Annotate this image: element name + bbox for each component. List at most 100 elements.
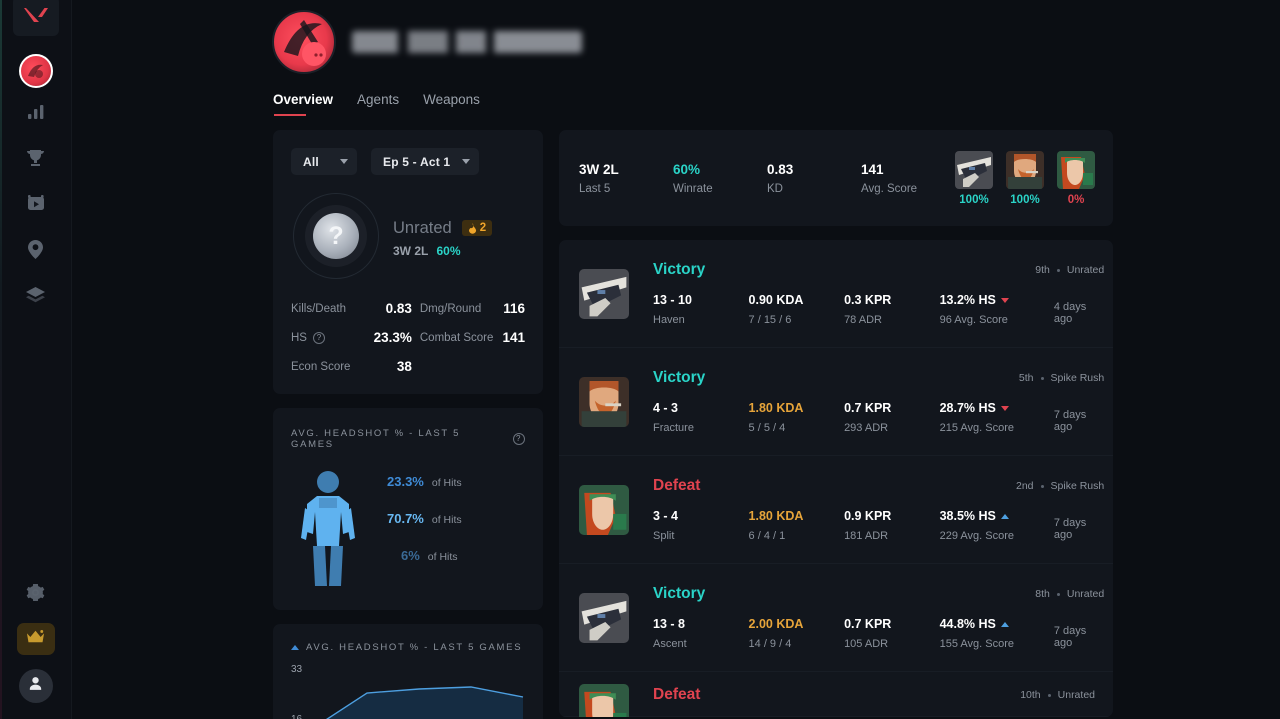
headshot-head-label: of Hits [431, 477, 462, 489]
rank-winrate: 60% [436, 243, 461, 258]
agent-cypher[interactable]: 100% [955, 150, 993, 206]
match-kpr: 0.9 KPR [844, 509, 892, 523]
match-meta: 2nd Spike Rush [1016, 480, 1104, 492]
filter-bar: All Ep 5 - Act 1 [273, 130, 543, 175]
agent-brimstone[interactable]: 100% [1006, 150, 1044, 206]
match-avg-score: 215 Avg. Score [939, 422, 1014, 434]
tab-weapons[interactable]: Weapons [423, 92, 480, 116]
summary-value-avg-score: 141 [861, 161, 884, 177]
match-map: Haven [653, 314, 685, 326]
match-hs-cell: 44.8% HS 155 Avg. Score [940, 617, 1054, 650]
match-score-cell: 13 - 8 Ascent [653, 617, 749, 650]
profile-header [72, 0, 1280, 74]
match-kda-detail: 14 / 9 / 4 [748, 638, 792, 650]
skye-portrait-icon [1057, 150, 1095, 189]
match-adr: 293 ADR [844, 422, 889, 434]
match-kda: 2.00 KDA [748, 617, 804, 631]
valorant-logo-icon[interactable] [12, 0, 59, 36]
left-column: All Ep 5 - Act 1 ? Unrated 2 3W 2L 60% K… [273, 130, 543, 719]
headshot-legs-label: of Hits [427, 551, 458, 563]
chevron-down-icon [462, 159, 471, 164]
triangle-up-icon [1000, 621, 1009, 627]
rank-text: Unrated 2 3W 2L 60% [393, 215, 493, 258]
sidebar-item-account[interactable] [18, 669, 53, 703]
match-score: 13 - 10 [653, 293, 692, 307]
match-body: Victory 9th Unrated 13 - 10 Haven 0.90 K… [653, 261, 1104, 326]
headshot-head-pct: 23.3% [387, 474, 424, 489]
sidebar-item-collection[interactable] [16, 278, 56, 318]
match-placement: 9th [1035, 264, 1050, 276]
chart-ytick-1: 16 [291, 714, 302, 719]
sidebar-item-leaderboard[interactable] [16, 140, 56, 180]
sidebar-item-maps[interactable] [16, 232, 56, 272]
layers-icon [26, 287, 45, 309]
match-placement: 10th [1020, 689, 1041, 701]
separator-dot-icon [1040, 376, 1044, 380]
stat-value-kd: 0.83 [385, 301, 412, 316]
headshot-body-pct: 70.7% [387, 511, 424, 526]
streak-value: 2 [479, 222, 487, 234]
match-stats: 3 - 4 Split 1.80 KDA 6 / 4 / 1 0.9 KPR 1… [653, 509, 1104, 542]
table-row[interactable]: Victory 8th Unrated 13 - 8 Ascent 2.00 K… [559, 564, 1113, 672]
rank-title-row: Unrated 2 [393, 219, 493, 238]
mode-filter-dropdown[interactable]: All [291, 148, 357, 175]
chart-line-series [325, 686, 524, 719]
match-hs: 44.8% HS [939, 617, 996, 631]
match-hs-cell: 13.2% HS 96 Avg. Score [940, 293, 1054, 326]
separator-dot-icon [1056, 268, 1060, 272]
stat-value-econ-score: 38 [396, 359, 412, 374]
headshot-distribution-card: AVG. HEADSHOT % - LAST 5 GAMES ? 23.3% o… [273, 408, 543, 610]
skye-portrait-icon [579, 484, 629, 535]
agent-skye[interactable]: 0% [1057, 150, 1095, 206]
summary-value-kd: 0.83 [767, 161, 794, 177]
table-row[interactable]: Victory 9th Unrated 13 - 10 Haven 0.90 K… [559, 240, 1113, 348]
match-top-row: Defeat 10th Unrated [653, 686, 1095, 704]
tab-agents[interactable]: Agents [357, 92, 399, 116]
match-avg-score: 229 Avg. Score [939, 530, 1014, 542]
question-circle-icon[interactable]: ? [312, 331, 325, 344]
separator-dot-icon [1040, 484, 1044, 488]
player-avatar-icon[interactable] [272, 10, 336, 74]
headshot-card-title-row: AVG. HEADSHOT % - LAST 5 GAMES ? [291, 428, 525, 450]
match-body: Defeat 10th Unrated [653, 686, 1095, 704]
match-kpr: 0.7 KPR [844, 617, 892, 631]
triangle-down-icon [1000, 297, 1009, 303]
table-row[interactable]: Defeat 10th Unrated [559, 672, 1113, 717]
summary-item-winrate: 60% Winrate [673, 162, 767, 195]
match-timestamp: 4 days ago [1053, 301, 1087, 325]
table-row[interactable]: Victory 5th Spike Rush 4 - 3 Fracture 1.… [559, 348, 1113, 456]
agent-brimstone-pct: 100% [1010, 193, 1040, 206]
match-mode: Unrated [1057, 689, 1095, 701]
stat-label-hs-text: HS [291, 331, 307, 344]
match-adr: 78 ADR [844, 314, 882, 326]
sidebar-item-premium[interactable] [16, 623, 55, 655]
agent-skye-pct: 0% [1067, 193, 1085, 206]
chart-ytick-0: 33 [291, 664, 303, 675]
match-hs: 13.2% HS [939, 293, 996, 307]
tab-overview[interactable]: Overview [273, 92, 333, 116]
summary-value-last5: 3W 2L [579, 161, 619, 177]
sidebar-item-clips[interactable] [16, 186, 56, 226]
summary-label-avg-score: Avg. Score [861, 182, 918, 195]
rank-record: 3W 2L [393, 243, 429, 258]
match-hs-cell: 38.5% HS 229 Avg. Score [940, 509, 1054, 542]
match-avg-score: 155 Avg. Score [939, 638, 1014, 650]
act-filter-dropdown[interactable]: Ep 5 - Act 1 [371, 148, 480, 175]
match-placement: 8th [1035, 588, 1050, 600]
match-kda: 1.80 KDA [748, 509, 804, 523]
match-meta: 5th Spike Rush [1019, 372, 1104, 384]
profile-avatar-icon[interactable] [18, 54, 53, 88]
sidebar-item-settings[interactable] [16, 575, 56, 615]
match-kda-cell: 2.00 KDA 14 / 9 / 4 [749, 617, 845, 650]
body-diagram-icon [291, 468, 365, 588]
stat-label-econ-score: Econ Score [291, 360, 351, 373]
headshot-trend-chart-card: AVG. HEADSHOT % - LAST 5 GAMES 33 16 [273, 624, 543, 719]
question-circle-icon[interactable]: ? [513, 433, 525, 445]
question-mark-icon: ? [313, 213, 359, 259]
match-kda-cell: 0.90 KDA 7 / 15 / 6 [749, 293, 845, 326]
table-row[interactable]: Defeat 2nd Spike Rush 3 - 4 Split 1.80 K… [559, 456, 1113, 564]
stat-label-kd: Kills/Death [291, 302, 346, 315]
stat-value-dmg-round: 116 [503, 301, 525, 316]
video-clip-icon [27, 195, 45, 217]
sidebar-item-stats[interactable] [16, 94, 56, 134]
